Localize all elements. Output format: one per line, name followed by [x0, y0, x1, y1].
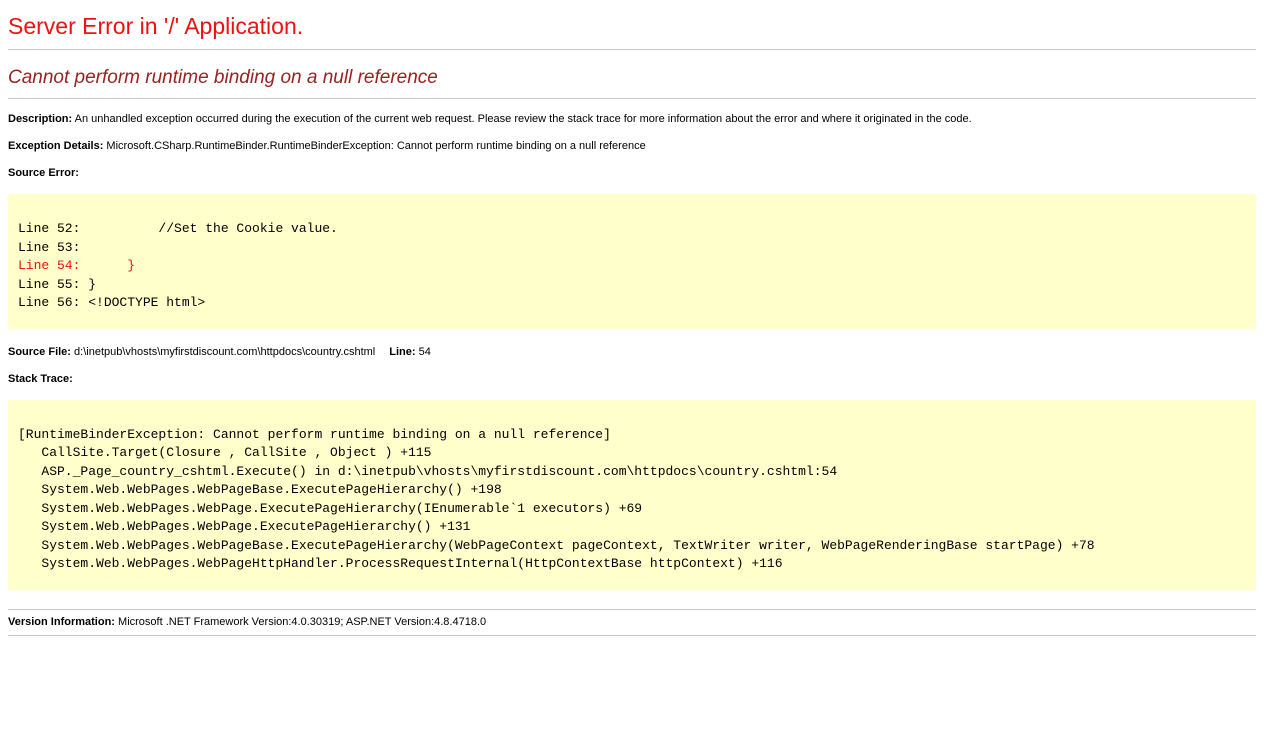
source-file-path: d:\inetpub\vhosts\myfirstdiscount.com\ht…	[74, 346, 375, 358]
stack-trace-line: ASP._Page_country_cshtml.Execute() in d:…	[18, 463, 1246, 482]
code-line: Line 56: <!DOCTYPE html>	[18, 294, 1246, 313]
source-error-box: Line 52: //Set the Cookie value. Line 53…	[8, 194, 1256, 329]
code-line: Line 55: }	[18, 276, 1246, 295]
subtitle-divider	[8, 98, 1256, 99]
code-line-highlighted: Line 54: }	[18, 257, 1246, 276]
source-error-row: Source Error:	[8, 167, 1256, 180]
stack-trace-line: System.Web.WebPages.WebPageBase.ExecuteP…	[18, 481, 1246, 500]
description-row: Description: An unhandled exception occu…	[8, 113, 1256, 126]
source-error-label: Source Error:	[8, 167, 79, 179]
exception-details-label: Exception Details:	[8, 140, 103, 152]
stack-trace-line: System.Web.WebPages.WebPageHttpHandler.P…	[18, 555, 1246, 574]
code-line: Line 53:	[18, 239, 1246, 258]
stack-trace-line: System.Web.WebPages.WebPage.ExecutePageH…	[18, 500, 1246, 519]
stack-trace-box: [RuntimeBinderException: Cannot perform …	[8, 400, 1256, 590]
version-info-row: Version Information: Microsoft .NET Fram…	[8, 616, 1256, 629]
stack-trace-line: System.Web.WebPages.WebPageBase.ExecuteP…	[18, 537, 1246, 556]
exception-details-text: Microsoft.CSharp.RuntimeBinder.RuntimeBi…	[106, 140, 645, 152]
version-divider-top	[8, 609, 1256, 610]
code-line: Line 52: //Set the Cookie value.	[18, 220, 1246, 239]
source-file-row: Source File: d:\inetpub\vhosts\myfirstdi…	[8, 346, 1256, 359]
description-text: An unhandled exception occurred during t…	[75, 113, 972, 125]
stack-trace-row: Stack Trace:	[8, 373, 1256, 386]
page-title: Server Error in '/' Application.	[8, 13, 1256, 40]
version-info-text: Microsoft .NET Framework Version:4.0.303…	[118, 616, 486, 628]
version-info-label: Version Information:	[8, 616, 115, 628]
error-subtitle: Cannot perform runtime binding on a null…	[8, 67, 1256, 89]
stack-trace-label: Stack Trace:	[8, 373, 73, 385]
stack-trace-line: System.Web.WebPages.WebPage.ExecutePageH…	[18, 518, 1246, 537]
title-divider	[8, 49, 1256, 50]
error-page: Server Error in '/' Application. Cannot …	[0, 13, 1264, 636]
description-label: Description:	[8, 113, 72, 125]
line-number-label: Line:	[389, 346, 415, 358]
line-number-value: 54	[419, 346, 431, 358]
source-file-label: Source File:	[8, 346, 71, 358]
version-section: Version Information: Microsoft .NET Fram…	[8, 609, 1256, 636]
stack-trace-line: CallSite.Target(Closure , CallSite , Obj…	[18, 444, 1246, 463]
exception-details-row: Exception Details: Microsoft.CSharp.Runt…	[8, 140, 1256, 153]
stack-trace-line: [RuntimeBinderException: Cannot perform …	[18, 426, 1246, 445]
version-divider-bottom	[8, 635, 1256, 636]
